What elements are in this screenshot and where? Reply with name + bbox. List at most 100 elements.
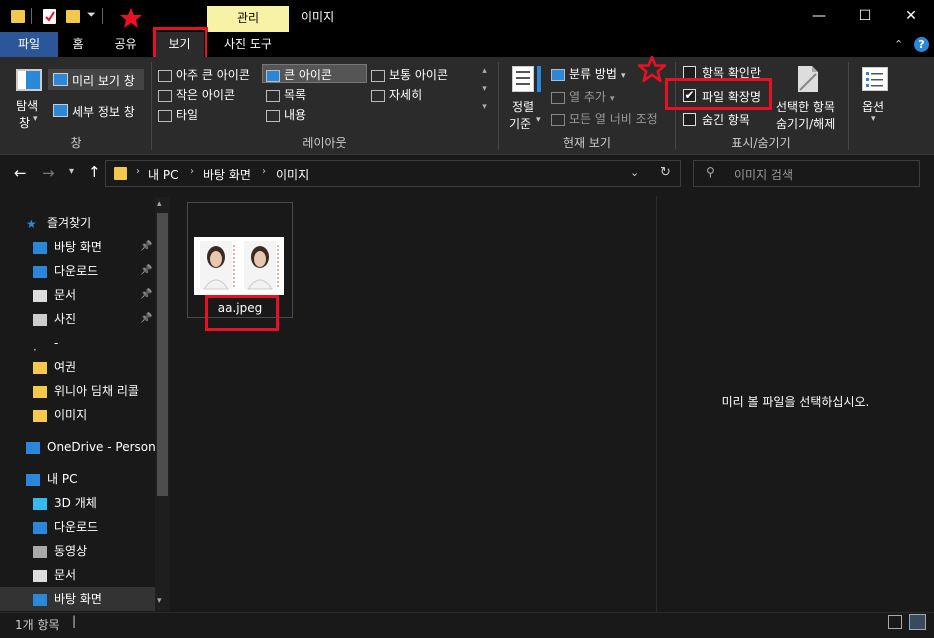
sort-by-label-2[interactable]: 기준	[509, 115, 531, 132]
sidebar-item[interactable]: 다운로드 📌	[0, 259, 155, 283]
pin-icon[interactable]: 📌	[140, 283, 152, 307]
tab-manage[interactable]: 관리	[207, 6, 289, 32]
sort-by-icon[interactable]	[512, 66, 534, 92]
sidebar-item[interactable]: 문서	[0, 563, 155, 587]
layout-content[interactable]: 내용	[284, 108, 306, 122]
file-thumbnail[interactable]	[194, 237, 284, 295]
scroll-up-icon[interactable]: ▴	[157, 199, 162, 209]
medium-icons-icon	[371, 69, 385, 82]
scroll-thumb[interactable]	[157, 213, 168, 496]
layout-scroll-icon[interactable]: ▴ ▾ ▾	[478, 62, 491, 120]
sidebar-item[interactable]: 문서 📌	[0, 283, 155, 307]
navigation-pane-label-2[interactable]: 창	[19, 114, 30, 131]
hide-selected-label-2[interactable]: 숨기기/해제	[776, 115, 835, 132]
folder-icon[interactable]	[11, 10, 25, 23]
sidebar-item[interactable]: 바탕 화면 📌	[0, 235, 155, 259]
layout-details[interactable]: 자세히	[389, 88, 422, 102]
layout-list[interactable]: 목록	[284, 88, 306, 102]
recent-locations-icon[interactable]: ▾	[69, 166, 74, 177]
breadcrumb-separator-icon: ›	[190, 166, 194, 177]
layout-large[interactable]: 큰 아이콘	[284, 68, 332, 82]
tab-file[interactable]: 파일	[0, 32, 58, 57]
sidebar-item-label: 문서	[54, 568, 77, 582]
group-by-icon	[551, 68, 565, 81]
sidebar-item[interactable]: 이미지	[0, 403, 155, 427]
group-by-button[interactable]: 분류 방법	[569, 67, 617, 81]
pin-icon[interactable]: 📌	[140, 235, 152, 259]
options-icon[interactable]	[862, 67, 888, 91]
chevron-down-icon: ▾	[609, 94, 615, 104]
back-icon[interactable]: ←	[14, 164, 27, 182]
chevron-down-icon[interactable]: ▾	[871, 114, 876, 124]
breadcrumb-item[interactable]: 내 PC	[148, 166, 178, 183]
sidebar-item-label: 이미지	[54, 408, 88, 422]
up-icon[interactable]: ↑	[88, 163, 101, 181]
sidebar-item[interactable]: ★ 즐겨찾기	[0, 211, 155, 235]
details-pane-label[interactable]: 세부 정보 창	[72, 103, 135, 120]
forward-icon[interactable]: →	[42, 164, 55, 182]
maximize-button[interactable]: ☐	[842, 0, 888, 32]
sidebar-item[interactable]: 다운로드	[0, 515, 155, 539]
fit-columns-icon	[551, 113, 565, 126]
scroll-down-icon[interactable]: ▾	[157, 596, 162, 606]
group-label-show-hide: 표시/숨기기	[731, 136, 791, 150]
dot-icon: ·	[33, 342, 37, 356]
layout-small[interactable]: 작은 아이콘	[176, 88, 235, 102]
hide-selected-icon[interactable]	[796, 65, 820, 96]
large-icons-view-icon[interactable]	[909, 614, 926, 630]
sidebar-item[interactable]: 위니아 딤채 리콜	[0, 379, 155, 403]
navigation-pane-icon[interactable]	[16, 69, 42, 91]
sidebar-item[interactable]: · -	[0, 331, 155, 355]
sidebar-item[interactable]: 바탕 화면	[0, 587, 155, 611]
help-icon[interactable]: ?	[914, 37, 929, 52]
layout-medium[interactable]: 보통 아이콘	[389, 68, 448, 82]
tab-picture-tools[interactable]: 사진 도구	[207, 32, 289, 57]
pin-icon[interactable]: 📌	[140, 307, 152, 331]
options-label[interactable]: 옵션	[862, 98, 884, 115]
tab-home[interactable]: 홈	[60, 32, 96, 57]
minimize-button[interactable]: —	[796, 0, 842, 32]
refresh-icon[interactable]: ↻	[660, 165, 671, 180]
details-pane-icon[interactable]	[53, 104, 68, 117]
chevron-down-icon[interactable]: ▾	[33, 114, 38, 124]
sidebar-item[interactable]: 사진 📌	[0, 307, 155, 331]
sidebar-item[interactable]: OneDrive - Persona	[0, 435, 155, 459]
pc-icon	[26, 473, 40, 486]
sidebar-item[interactable]: 3D 개체	[0, 491, 155, 515]
sidebar-item[interactable]: 내 PC	[0, 467, 155, 491]
properties-icon[interactable]	[43, 9, 56, 24]
large-icons-icon	[266, 69, 280, 82]
navigation-pane-label-1[interactable]: 탐색	[16, 97, 38, 114]
breadcrumb-separator-icon: ›	[136, 166, 140, 177]
sidebar-item-label: 여권	[54, 360, 77, 374]
collapse-ribbon-icon[interactable]: ⌃	[894, 38, 903, 51]
search-input[interactable]	[693, 160, 920, 187]
pin-icon[interactable]: 📌	[140, 259, 152, 283]
item-count: 1개 항목	[15, 618, 60, 632]
hide-selected-label-1[interactable]: 선택한 항목	[776, 98, 835, 115]
new-folder-icon[interactable]	[66, 10, 80, 23]
extra-large-icons-icon	[158, 69, 172, 82]
quick-access-dropdown-icon[interactable]: ⏷	[87, 8, 96, 22]
window-title: 이미지	[301, 10, 335, 24]
tab-share[interactable]: 공유	[103, 32, 148, 57]
sort-by-label-1[interactable]: 정렬	[512, 98, 534, 115]
details-view-icon[interactable]	[888, 615, 902, 629]
hidden-items-checkbox[interactable]	[683, 113, 696, 126]
layout-tiles[interactable]: 타일	[176, 108, 198, 122]
breadcrumb-item[interactable]: 바탕 화면	[203, 166, 251, 183]
sidebar-item-label: 즐겨찾기	[47, 216, 92, 230]
address-dropdown-icon[interactable]: ⌄	[630, 166, 639, 179]
group-label-layout: 레이아웃	[302, 136, 347, 150]
sidebar-item[interactable]: 여권	[0, 355, 155, 379]
divider	[102, 8, 103, 24]
breadcrumb-item[interactable]: 이미지	[276, 166, 309, 183]
hidden-items-label[interactable]: 숨긴 항목	[702, 111, 750, 128]
close-button[interactable]: ✕	[888, 0, 934, 32]
group-separator	[848, 62, 849, 150]
chevron-down-icon[interactable]: ▾	[536, 115, 541, 125]
chevron-down-icon[interactable]: ▾	[621, 71, 626, 81]
sidebar-item[interactable]: 동영상	[0, 539, 155, 563]
group-label-current-view: 현재 보기	[563, 136, 611, 150]
layout-extra-large[interactable]: 아주 큰 아이콘	[176, 68, 250, 82]
